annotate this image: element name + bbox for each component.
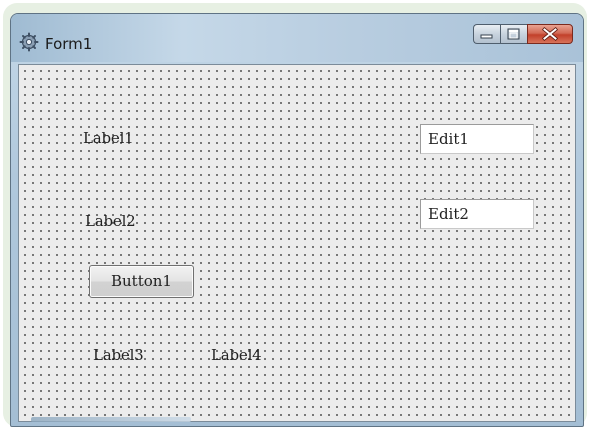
app-icon — [19, 32, 39, 52]
minimize-icon — [480, 34, 493, 39]
label4[interactable]: Label4 — [211, 346, 262, 364]
close-button[interactable] — [527, 24, 573, 44]
edit1-field[interactable]: Edit1 — [420, 124, 534, 154]
label2[interactable]: Label2 — [85, 212, 136, 230]
maximize-icon — [507, 28, 520, 40]
label3[interactable]: Label3 — [93, 346, 144, 364]
maximize-button[interactable] — [500, 24, 527, 44]
window-title: Form1 — [45, 35, 93, 53]
minimize-button[interactable] — [473, 24, 500, 44]
title-bar[interactable]: Form1 — [11, 14, 583, 62]
window-border-highlight — [31, 417, 191, 422]
window-controls — [473, 24, 573, 46]
app-window: Form1 Label1 Label2 Label3 Label4 Edit1 … — [10, 13, 584, 427]
form-design-surface[interactable]: Label1 Label2 Label3 Label4 Edit1 Edit2 … — [18, 64, 576, 422]
edit2-field[interactable]: Edit2 — [420, 199, 534, 229]
button1[interactable]: Button1 — [89, 265, 194, 298]
label1[interactable]: Label1 — [83, 129, 134, 147]
close-icon — [541, 26, 559, 42]
